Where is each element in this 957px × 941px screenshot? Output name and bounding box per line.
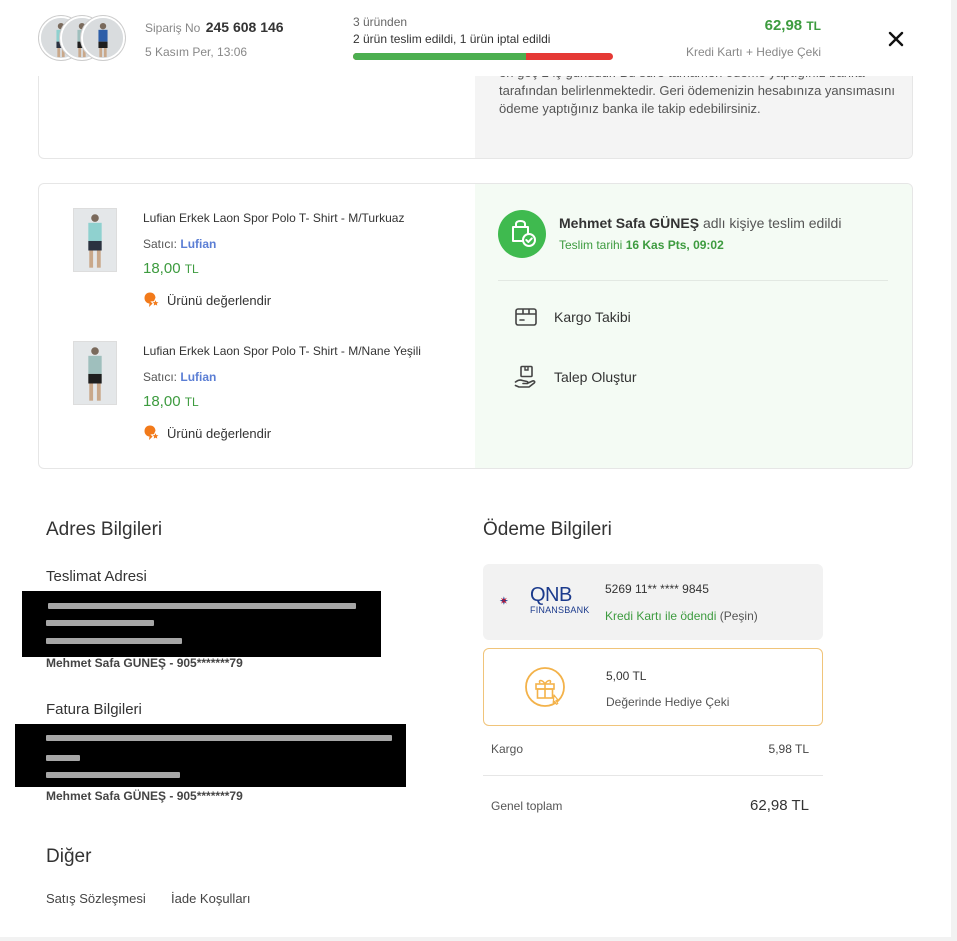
other-section-title: Diğer bbox=[46, 846, 92, 867]
product-price-value: 18,00 bbox=[143, 260, 181, 277]
product-item: Lufian Erkek Laon Spor Polo T- Shirt - M… bbox=[39, 317, 475, 441]
product-image[interactable] bbox=[73, 208, 117, 272]
delivered-package-icon bbox=[498, 210, 546, 258]
create-request-label: Talep Oluştur bbox=[554, 369, 637, 385]
delivery-recipient-text: Mehmet Safa GÜNEŞ adlı kişiye teslim edi… bbox=[559, 215, 841, 231]
delivery-card: Lufian Erkek Laon Spor Polo T- Shirt - M… bbox=[38, 183, 913, 469]
shipping-contact: Mehmet Safa GUNEŞ - 905*******79 bbox=[46, 656, 243, 670]
delivery-date: Teslim tarihi 16 Kas Pts, 09:02 bbox=[559, 238, 724, 252]
gift-voucher-payment: 5,00 TL Değerinde Hediye Çeki bbox=[483, 648, 823, 726]
product-price-currency: TL bbox=[184, 395, 199, 409]
order-header: Sipariş No 245 608 146 5 Kasım Per, 13:0… bbox=[0, 0, 951, 76]
seller-link[interactable]: Lufian bbox=[180, 237, 216, 251]
card-status-suffix: (Peşin) bbox=[719, 609, 758, 623]
shipping-address-title: Teslimat Adresi bbox=[46, 568, 147, 585]
hand-package-icon bbox=[514, 365, 536, 388]
credit-card-payment: QNB FINANSBANK 5269 11** **** 9845 Kredi… bbox=[483, 564, 823, 640]
product-price-value: 18,00 bbox=[143, 393, 181, 410]
order-number: Sipariş No 245 608 146 bbox=[145, 19, 284, 35]
billing-info-title: Fatura Bilgileri bbox=[46, 701, 142, 718]
divider bbox=[483, 775, 823, 776]
order-date: 5 Kasım Per, 13:06 bbox=[145, 45, 248, 59]
progress-delivered-fill bbox=[353, 53, 527, 60]
product-price-currency: TL bbox=[184, 262, 199, 276]
gift-voucher-icon bbox=[525, 667, 567, 709]
product-item: Lufian Erkek Laon Spor Polo T- Shirt - M… bbox=[39, 184, 475, 308]
divider bbox=[498, 280, 888, 281]
order-total-amount: 62,98 bbox=[764, 17, 803, 34]
progress-title: 3 üründen bbox=[353, 15, 408, 29]
rate-product-button[interactable]: Ürünü değerlendir bbox=[143, 291, 271, 309]
cargo-fee-value: 5,98 TL bbox=[768, 742, 809, 756]
product-price: 18,00 TL bbox=[143, 260, 199, 277]
card-number: 5269 11** **** 9845 bbox=[605, 582, 709, 596]
order-number-value: 245 608 146 bbox=[205, 19, 284, 35]
cargo-tracking-button[interactable]: Kargo Takibi bbox=[513, 304, 631, 330]
product-seller: Satıcı: Lufian bbox=[143, 370, 216, 384]
cargo-fee-label: Kargo bbox=[491, 742, 524, 756]
rate-star-icon bbox=[144, 425, 161, 441]
product-seller: Satıcı: Lufian bbox=[143, 237, 216, 251]
delivery-status-panel: Mehmet Safa GÜNEŞ adlı kişiye teslim edi… bbox=[475, 184, 912, 468]
delivery-recipient-name: Mehmet Safa GÜNEŞ bbox=[559, 215, 700, 231]
qnb-finansbank-logo: QNB FINANSBANK bbox=[499, 584, 591, 618]
rate-product-button[interactable]: Ürünü değerlendir bbox=[143, 424, 271, 442]
order-total-currency: TL bbox=[806, 19, 821, 33]
order-total: 62,98 TL bbox=[765, 17, 821, 34]
finansbank-logo-text: FINANSBANK bbox=[530, 605, 590, 615]
billing-contact: Mehmet Safa GÜNEŞ - 905*******79 bbox=[46, 789, 243, 803]
order-detail-panel: en geç 2 iş günüdür. Bu süre tamamen öde… bbox=[0, 0, 951, 937]
delivery-recipient-suffix: adlı kişiye teslim edildi bbox=[702, 215, 842, 231]
order-number-label: Sipariş No bbox=[145, 21, 201, 35]
return-conditions-link[interactable]: İade Koşulları bbox=[171, 891, 251, 906]
product-image[interactable] bbox=[73, 341, 117, 405]
card-payment-status: Kredi Kartı ile ödendi (Peşin) bbox=[605, 609, 758, 623]
sales-agreement-link[interactable]: Satış Sözleşmesi bbox=[46, 891, 146, 906]
payment-section-title: Ödeme Bilgileri bbox=[483, 519, 612, 540]
redacted-shipping-address bbox=[22, 591, 381, 657]
product-thumbnail bbox=[81, 16, 125, 60]
gift-voucher-amount: 5,00 TL bbox=[606, 669, 647, 683]
rate-star-icon bbox=[144, 292, 161, 308]
card-status-text: Kredi Kartı ile ödendi bbox=[605, 609, 717, 623]
grand-total-value: 62,98 TL bbox=[750, 797, 809, 814]
seller-label: Satıcı: bbox=[143, 370, 178, 384]
gift-voucher-label: Değerinde Hediye Çeki bbox=[606, 695, 730, 709]
delivery-date-value: 16 Kas Pts, 09:02 bbox=[625, 238, 724, 252]
product-price: 18,00 TL bbox=[143, 393, 199, 410]
rate-product-label: Ürünü değerlendir bbox=[167, 292, 272, 308]
delivery-date-label: Teslim tarihi bbox=[559, 238, 623, 252]
qnb-logo-text: QNB bbox=[530, 584, 572, 606]
seller-link[interactable]: Lufian bbox=[180, 370, 216, 384]
create-request-button[interactable]: Talep Oluştur bbox=[513, 364, 636, 390]
grand-total-label: Genel toplam bbox=[491, 799, 563, 813]
close-icon[interactable] bbox=[884, 27, 908, 51]
progress-status: 2 ürün teslim edildi, 1 ürün iptal edild… bbox=[353, 32, 551, 46]
address-section-title: Adres Bilgileri bbox=[46, 519, 163, 540]
product-name[interactable]: Lufian Erkek Laon Spor Polo T- Shirt - M… bbox=[143, 344, 421, 358]
product-name[interactable]: Lufian Erkek Laon Spor Polo T- Shirt - M… bbox=[143, 211, 404, 225]
cargo-tracking-label: Kargo Takibi bbox=[554, 309, 631, 325]
rate-product-label: Ürünü değerlendir bbox=[167, 425, 272, 441]
redacted-billing-address bbox=[15, 724, 406, 787]
seller-label: Satıcı: bbox=[143, 237, 178, 251]
cargo-box-icon bbox=[515, 308, 537, 326]
payment-method-summary: Kredi Kartı + Hediye Çeki bbox=[685, 45, 821, 59]
order-progress-bar bbox=[353, 53, 613, 60]
